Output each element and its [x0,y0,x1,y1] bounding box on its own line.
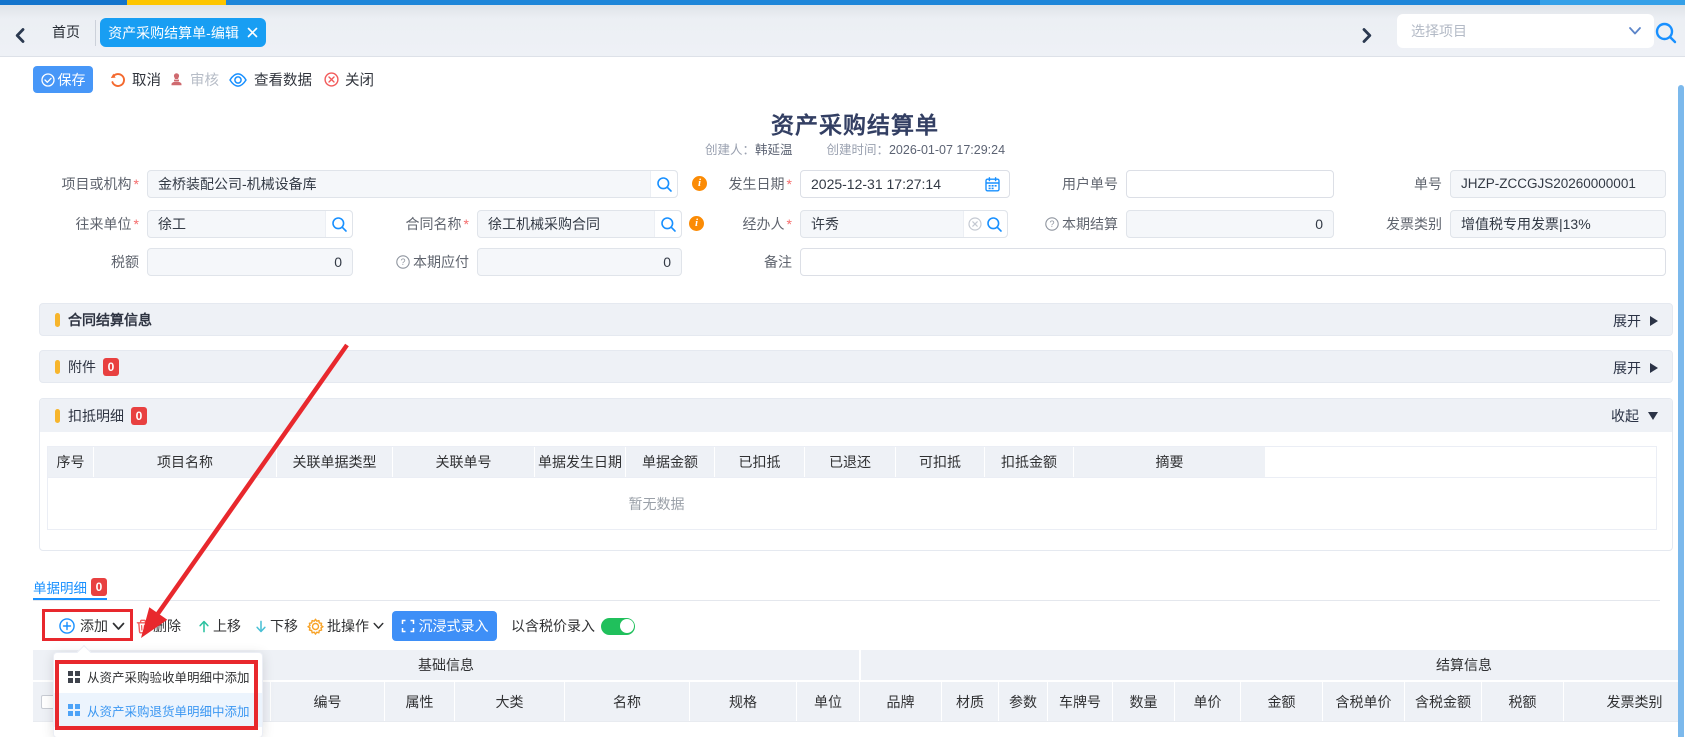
svg-text:?: ? [1049,219,1054,229]
svg-text:?: ? [400,257,405,267]
